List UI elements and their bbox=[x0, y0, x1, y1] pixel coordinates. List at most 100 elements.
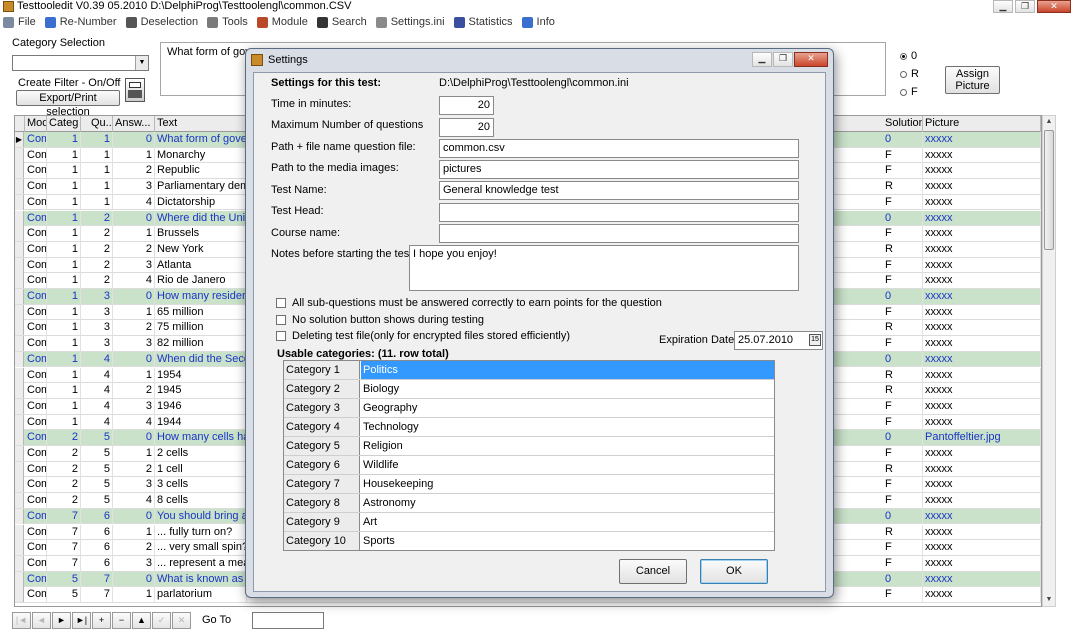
expiration-date-value: 25.07.2010 bbox=[738, 334, 794, 346]
next-record-icon[interactable]: ► bbox=[52, 612, 71, 629]
window-controls: ▁ ❐ ✕ bbox=[993, 0, 1071, 13]
column-header[interactable]: Picture bbox=[923, 116, 1041, 132]
solution-radio-r[interactable]: R bbox=[900, 68, 919, 80]
expiration-date-input[interactable]: 25.07.2010 15 bbox=[734, 331, 823, 350]
media-path-input[interactable]: pictures bbox=[439, 160, 799, 179]
column-header[interactable]: Categ bbox=[47, 116, 81, 132]
menu-item-search[interactable]: Search bbox=[314, 14, 373, 31]
cell-text: Brussels bbox=[155, 226, 247, 242]
usable-categories-heading: Usable categories: (11. row total) bbox=[277, 348, 449, 360]
menu-item-deselection[interactable]: Deselection bbox=[123, 14, 204, 31]
dialog-minimize-button[interactable]: ▁ bbox=[752, 52, 772, 67]
cell-module: Comm bbox=[25, 461, 47, 477]
category-row[interactable]: Category 10 Sports bbox=[284, 532, 774, 550]
printer-icon[interactable] bbox=[125, 78, 145, 102]
info-icon bbox=[521, 17, 533, 28]
category-name[interactable]: Geography bbox=[361, 399, 774, 417]
cell-question: 4 bbox=[89, 351, 113, 367]
category-row[interactable]: Category 8 Astronomy bbox=[284, 494, 774, 513]
category-name[interactable]: Astronomy bbox=[361, 494, 774, 512]
scroll-up-icon[interactable]: ▲ bbox=[1043, 116, 1055, 128]
column-header[interactable]: Solution bbox=[883, 116, 923, 132]
menu-item-file[interactable]: File bbox=[0, 14, 42, 31]
category-select[interactable]: ▼ bbox=[12, 55, 149, 71]
cell-solution: 0 bbox=[883, 210, 923, 226]
menu-item-settings-ini[interactable]: Settings.ini bbox=[373, 14, 451, 31]
question-file-input[interactable]: common.csv bbox=[439, 139, 799, 158]
solution-radio-0[interactable]: 0 bbox=[900, 50, 917, 62]
cell-text: 1944 bbox=[155, 414, 247, 430]
cell-answer: 3 bbox=[113, 477, 155, 493]
row-indicator bbox=[15, 320, 24, 336]
cancel-button[interactable]: Cancel bbox=[619, 559, 687, 584]
last-record-icon[interactable]: ►| bbox=[72, 612, 91, 629]
row-indicator bbox=[15, 414, 24, 430]
create-filter-label[interactable]: Create Filter - On/Off bbox=[18, 77, 121, 89]
menu-item-info[interactable]: Info bbox=[519, 14, 561, 31]
menu-item-re-number[interactable]: Re-Number bbox=[42, 14, 123, 31]
test-name-input[interactable]: General knowledge test bbox=[439, 181, 799, 200]
category-row[interactable]: Category 7 Housekeeping bbox=[284, 475, 774, 494]
category-name[interactable]: Wildlife bbox=[361, 456, 774, 474]
column-header[interactable]: Text bbox=[155, 116, 247, 132]
dialog-close-button[interactable]: ✕ bbox=[794, 52, 828, 67]
course-name-input[interactable] bbox=[439, 224, 799, 243]
scroll-thumb[interactable] bbox=[1044, 130, 1054, 250]
cell-answer: 1 bbox=[113, 524, 155, 540]
cell-picture: xxxxx bbox=[923, 336, 1041, 352]
solution-radio-f[interactable]: F bbox=[900, 86, 918, 98]
delete-record-icon[interactable]: − bbox=[112, 612, 131, 629]
category-row[interactable]: Category 1 Politics bbox=[284, 361, 774, 380]
cell-module: Comm bbox=[25, 241, 47, 257]
test-head-input[interactable] bbox=[439, 203, 799, 222]
cell-picture: xxxxx bbox=[923, 508, 1041, 524]
cell-module: Comm bbox=[25, 163, 47, 179]
cell-solution: F bbox=[883, 398, 923, 414]
close-button[interactable]: ✕ bbox=[1037, 0, 1071, 13]
delete-test-file-checkbox[interactable]: Deleting test file(only for encrypted fi… bbox=[276, 330, 570, 342]
time-input[interactable]: 20 bbox=[439, 96, 494, 115]
go-to-input[interactable] bbox=[252, 612, 324, 629]
notes-textarea[interactable]: I hope you enjoy! bbox=[409, 245, 799, 291]
max-questions-input[interactable]: 20 bbox=[439, 118, 494, 137]
export-print-button[interactable]: Export/Print selection bbox=[16, 90, 120, 118]
calendar-icon[interactable]: 15 bbox=[809, 334, 821, 346]
category-name[interactable]: Housekeeping bbox=[361, 475, 774, 493]
insert-record-icon[interactable]: + bbox=[92, 612, 111, 629]
cell-solution: R bbox=[883, 241, 923, 257]
cell-question: 2 bbox=[89, 210, 113, 226]
all-subquestions-checkbox[interactable]: All sub-questions must be answered corre… bbox=[276, 297, 662, 309]
category-name[interactable]: Sports bbox=[361, 532, 774, 550]
row-indicator bbox=[15, 226, 24, 242]
statistics-icon bbox=[453, 17, 465, 28]
category-row[interactable]: Category 4 Technology bbox=[284, 418, 774, 437]
cell-answer: 2 bbox=[113, 383, 155, 399]
menu-item-statistics[interactable]: Statistics bbox=[451, 14, 519, 31]
category-name[interactable]: Politics bbox=[361, 361, 774, 379]
category-row[interactable]: Category 9 Art bbox=[284, 513, 774, 532]
category-name[interactable]: Religion bbox=[361, 437, 774, 455]
scroll-down-icon[interactable]: ▼ bbox=[1043, 594, 1055, 606]
category-row[interactable]: Category 5 Religion bbox=[284, 437, 774, 456]
edit-record-icon[interactable]: ▲ bbox=[132, 612, 151, 629]
cell-solution: F bbox=[883, 540, 923, 556]
column-header[interactable]: Qu... bbox=[89, 116, 113, 132]
ok-button[interactable]: OK bbox=[700, 559, 768, 584]
menu-item-module[interactable]: Module bbox=[254, 14, 314, 31]
category-name[interactable]: Art bbox=[361, 513, 774, 531]
category-row[interactable]: Category 6 Wildlife bbox=[284, 456, 774, 475]
category-name[interactable]: Biology bbox=[361, 380, 774, 398]
dialog-maximize-button[interactable]: ❐ bbox=[773, 52, 793, 67]
column-header[interactable]: Answ... bbox=[113, 116, 155, 132]
category-row[interactable]: Category 2 Biology bbox=[284, 380, 774, 399]
category-name[interactable]: Technology bbox=[361, 418, 774, 436]
column-header[interactable]: Mod... bbox=[25, 116, 47, 132]
menu-item-tools[interactable]: Tools bbox=[204, 14, 254, 31]
assign-picture-button[interactable]: Assign Picture bbox=[945, 66, 1000, 94]
no-solution-button-checkbox[interactable]: No solution button shows during testing bbox=[276, 314, 484, 326]
category-row[interactable]: Category 3 Geography bbox=[284, 399, 774, 418]
maximize-button[interactable]: ❐ bbox=[1015, 0, 1035, 13]
grid-vertical-scrollbar[interactable]: ▲ ▼ bbox=[1042, 115, 1056, 607]
minimize-button[interactable]: ▁ bbox=[993, 0, 1013, 13]
cell-answer: 1 bbox=[113, 226, 155, 242]
